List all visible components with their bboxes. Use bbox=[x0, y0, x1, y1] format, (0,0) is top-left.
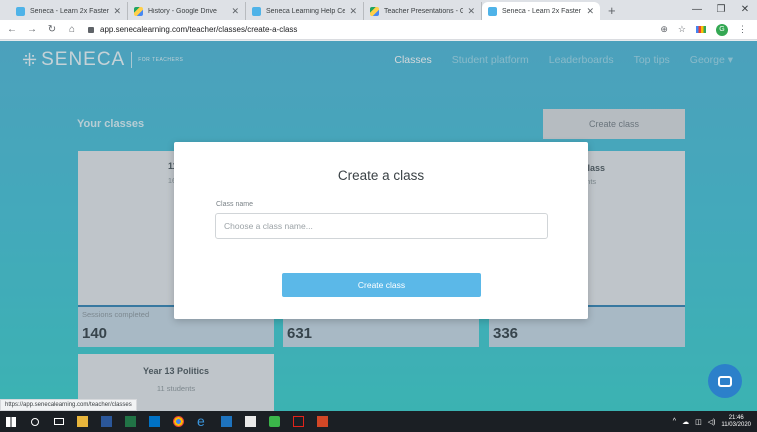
back-icon[interactable]: ← bbox=[4, 24, 20, 35]
minimize-icon[interactable]: — bbox=[685, 0, 709, 20]
close-icon[interactable]: ✕ bbox=[113, 6, 121, 17]
dialog-title: Create a class bbox=[337, 168, 425, 183]
home-icon[interactable]: ⌂ bbox=[64, 24, 80, 35]
url-text: app.senecalearning.com/teacher/classes/c… bbox=[100, 25, 298, 34]
powerpoint-icon[interactable] bbox=[312, 411, 333, 432]
profile-avatar[interactable]: G bbox=[716, 23, 728, 36]
url-field[interactable]: app.senecalearning.com/teacher/classes/c… bbox=[88, 25, 660, 34]
seneca-icon bbox=[252, 6, 261, 16]
chat-icon bbox=[718, 375, 732, 387]
file-explorer-icon[interactable] bbox=[72, 411, 93, 432]
tab-title: History - Google Drive bbox=[148, 7, 217, 15]
class-name-label: Class name bbox=[216, 201, 253, 208]
seneca-icon bbox=[488, 6, 497, 16]
edge-icon[interactable]: e bbox=[192, 411, 213, 432]
page: ⁜ SENECA FOR TEACHERS Classes Student pl… bbox=[0, 41, 757, 411]
class-name-input[interactable] bbox=[215, 213, 548, 239]
volume-icon[interactable]: ◁) bbox=[708, 418, 716, 426]
tab-title: Seneca Learning Help Cent bbox=[266, 7, 346, 15]
seneca-icon bbox=[16, 6, 25, 16]
tab-title: Seneca - Learn 2x Faster bbox=[502, 7, 581, 15]
windows-icon bbox=[5, 416, 16, 427]
tab-title: Teacher Presentations - Go bbox=[384, 7, 464, 15]
tab-title: Seneca - Learn 2x Faster bbox=[30, 7, 109, 15]
close-icon[interactable]: ✕ bbox=[586, 6, 594, 17]
reload-icon[interactable]: ↻ bbox=[44, 24, 60, 35]
close-window-icon[interactable]: ✕ bbox=[733, 0, 757, 20]
system-tray: ^ ☁ ◫ ◁) 21:46 11/03/2020 bbox=[673, 411, 751, 432]
star-icon[interactable]: ☆ bbox=[678, 24, 686, 35]
word-icon[interactable] bbox=[96, 411, 117, 432]
taskbar: e ^ ☁ ◫ ◁) 21:46 11/03/2020 bbox=[0, 411, 757, 432]
excel-icon[interactable] bbox=[120, 411, 141, 432]
network-icon[interactable]: ◫ bbox=[695, 418, 702, 426]
new-tab-icon[interactable]: + bbox=[600, 2, 624, 20]
browser-tab[interactable]: History - Google Drive ✕ bbox=[128, 2, 246, 20]
clock-time: 21:46 bbox=[728, 414, 744, 421]
close-icon[interactable]: ✕ bbox=[349, 6, 357, 17]
chrome-icon[interactable] bbox=[168, 411, 189, 432]
task-view-icon[interactable] bbox=[48, 411, 69, 432]
search-icon[interactable] bbox=[24, 411, 45, 432]
create-class-dialog: Create a class Class name Create class bbox=[174, 142, 588, 319]
app-icon[interactable] bbox=[216, 411, 237, 432]
browser-tab-active[interactable]: Seneca - Learn 2x Faster ✕ bbox=[482, 2, 600, 20]
menu-icon[interactable]: ⋮ bbox=[738, 24, 747, 35]
lock-icon bbox=[88, 26, 94, 33]
close-icon[interactable]: ✕ bbox=[231, 6, 239, 17]
forward-icon[interactable]: → bbox=[24, 24, 40, 35]
window-controls: — ❐ ✕ bbox=[685, 0, 757, 20]
outlook-icon[interactable] bbox=[144, 411, 165, 432]
chat-button[interactable] bbox=[708, 364, 742, 398]
extension-icon[interactable] bbox=[696, 26, 706, 33]
clock-date: 11/03/2020 bbox=[721, 421, 751, 428]
clock[interactable]: 21:46 11/03/2020 bbox=[721, 415, 751, 429]
close-icon[interactable]: ✕ bbox=[467, 6, 475, 17]
dialog-create-class-button[interactable]: Create class bbox=[282, 273, 481, 297]
google-drive-icon bbox=[370, 6, 379, 16]
google-drive-icon bbox=[134, 6, 143, 16]
address-bar: ← → ↻ ⌂ app.senecalearning.com/teacher/c… bbox=[0, 20, 757, 40]
browser-tab[interactable]: Seneca Learning Help Cent ✕ bbox=[246, 2, 364, 20]
chevron-up-icon[interactable]: ^ bbox=[673, 418, 676, 425]
app-icon[interactable] bbox=[240, 411, 261, 432]
site-settings-icon[interactable]: ⊕ bbox=[660, 24, 668, 35]
browser-tab[interactable]: Teacher Presentations - Go ✕ bbox=[364, 2, 482, 20]
onedrive-icon[interactable]: ☁ bbox=[682, 418, 689, 426]
restore-icon[interactable]: ❐ bbox=[709, 0, 733, 20]
acrobat-icon[interactable] bbox=[288, 411, 309, 432]
browser-tab-strip: Seneca - Learn 2x Faster ✕ History - Goo… bbox=[0, 0, 757, 20]
status-bar-url: https://app.senecalearning.com/teacher/c… bbox=[0, 399, 137, 411]
publisher-icon[interactable] bbox=[264, 411, 285, 432]
start-button[interactable] bbox=[0, 411, 21, 432]
browser-tab[interactable]: Seneca - Learn 2x Faster ✕ bbox=[10, 2, 128, 20]
